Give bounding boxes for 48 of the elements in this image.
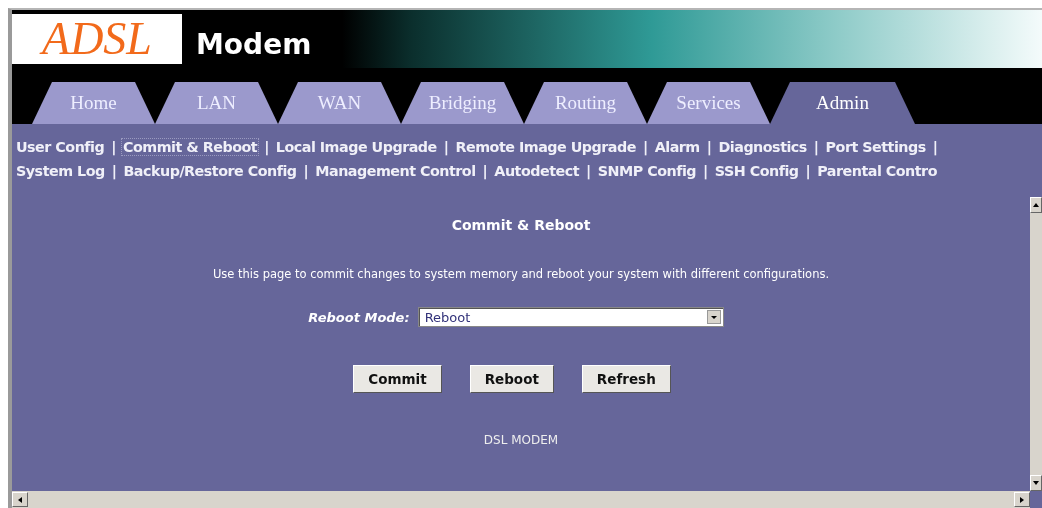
admin-link[interactable]: Management Control xyxy=(313,162,478,180)
nav-tab[interactable]: Services xyxy=(647,82,770,124)
separator: | xyxy=(111,139,116,155)
admin-link[interactable]: Port Settings xyxy=(823,138,928,156)
nav-tab[interactable]: Admin xyxy=(770,82,915,124)
admin-link[interactable]: User Config xyxy=(14,138,107,156)
admin-link[interactable]: Commit & Reboot xyxy=(120,138,260,156)
admin-link[interactable]: Autodetect xyxy=(492,162,581,180)
separator: | xyxy=(586,163,591,179)
admin-link[interactable]: Alarm xyxy=(652,138,702,156)
description: Use this page to commit changes to system memory and reboot your system with different configurations. xyxy=(212,267,830,281)
admin-link[interactable]: Parental Contro xyxy=(815,162,939,180)
page-title: Commit & Reboot xyxy=(451,217,591,233)
horizontal-scrollbar[interactable] xyxy=(12,491,1030,508)
admin-link[interactable]: Local Image Upgrade xyxy=(273,138,439,156)
nav-tab[interactable]: WAN xyxy=(278,82,401,124)
admin-link[interactable]: SNMP Config xyxy=(595,162,699,180)
action-button[interactable]: Commit xyxy=(353,365,442,393)
admin-link[interactable]: Remote Image Upgrade xyxy=(453,138,638,156)
footer-text: DSL MODEM xyxy=(483,433,559,447)
separator: | xyxy=(703,163,708,179)
admin-link[interactable]: System Log xyxy=(14,162,107,180)
action-button[interactable]: Refresh xyxy=(581,365,671,393)
admin-link[interactable]: Backup/Restore Config xyxy=(121,162,299,180)
admin-link[interactable]: Diagnostics xyxy=(716,138,809,156)
scroll-down-icon[interactable] xyxy=(1030,475,1042,491)
scroll-up-icon[interactable] xyxy=(1030,197,1042,213)
separator: | xyxy=(303,163,309,179)
field-label: Reboot Mode: xyxy=(308,309,410,325)
scroll-right-icon[interactable] xyxy=(1014,492,1030,507)
separator: | xyxy=(813,139,819,155)
separator: | xyxy=(482,163,488,179)
separator: | xyxy=(443,139,449,155)
header-title: Modem xyxy=(196,27,312,61)
scroll-left-icon[interactable] xyxy=(12,492,28,507)
separator: | xyxy=(642,139,648,155)
separator: | xyxy=(111,163,117,179)
separator: | xyxy=(932,139,938,155)
admin-link[interactable]: SSH Config xyxy=(712,162,801,180)
separator: | xyxy=(706,139,712,155)
vertical-scrollbar[interactable] xyxy=(1030,197,1042,491)
separator: | xyxy=(805,163,811,179)
nav-tab[interactable]: LAN xyxy=(155,82,278,124)
reboot-mode-dropdown[interactable]: Reboot xyxy=(417,307,724,327)
action-button[interactable]: Reboot xyxy=(469,365,554,393)
separator: | xyxy=(264,139,269,155)
logo: ADSL xyxy=(12,14,182,64)
nav-tab[interactable]: Home xyxy=(32,82,155,124)
